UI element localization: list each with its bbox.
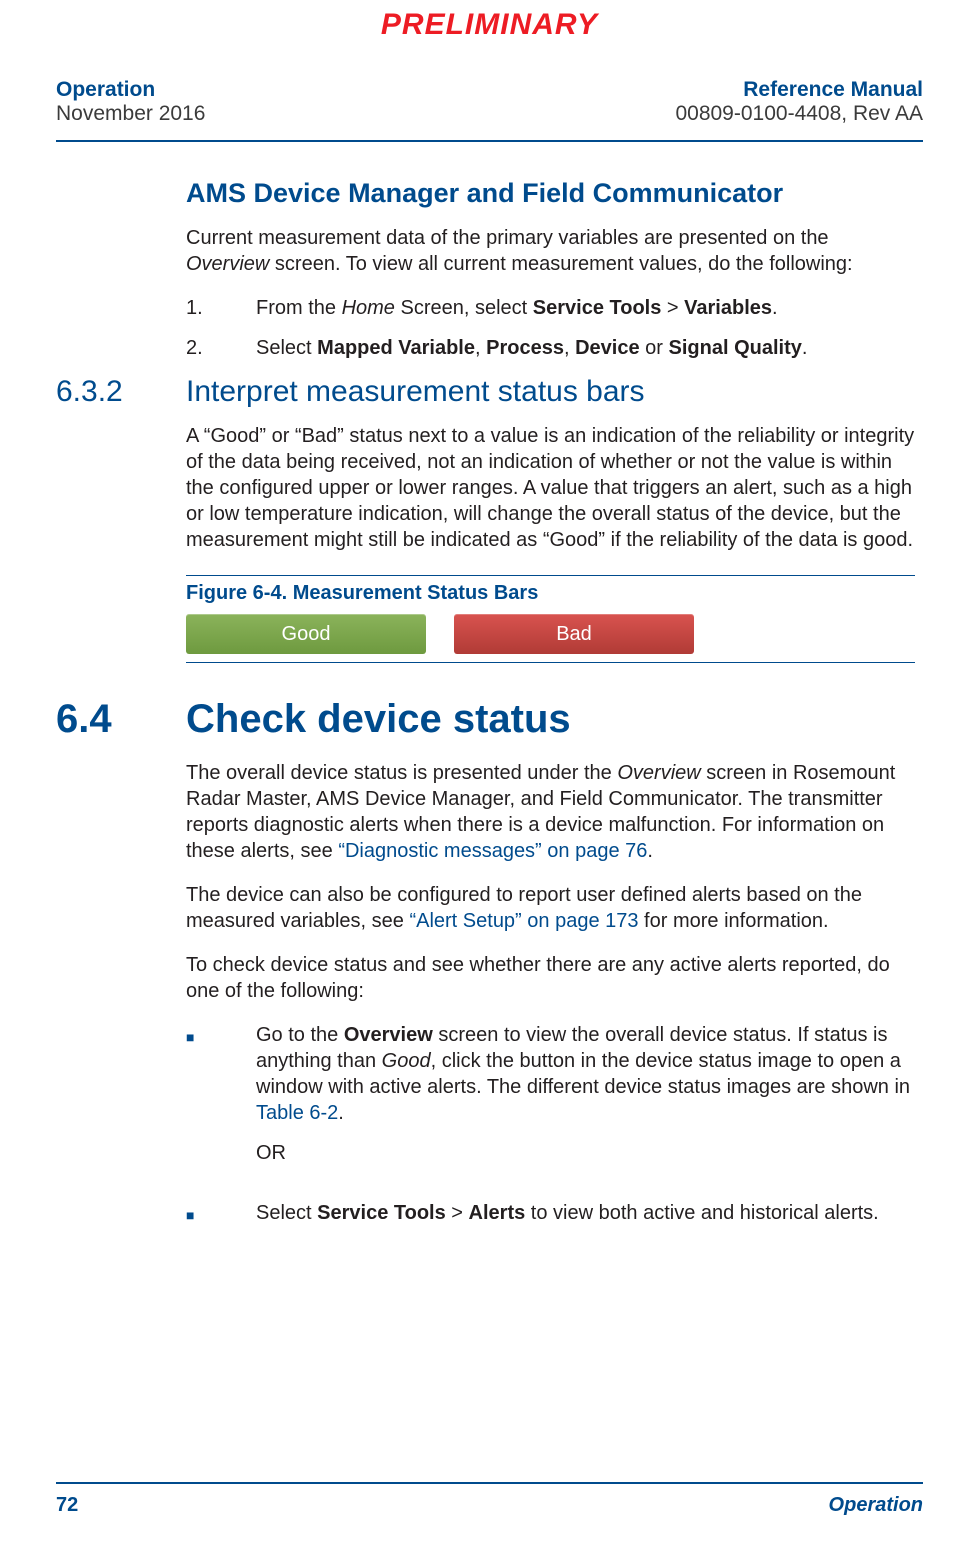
text: . (647, 840, 653, 862)
overview-italic: Overview (617, 762, 700, 784)
step-2: 2. Select Mapped Variable, Process, Devi… (186, 335, 915, 361)
step-number: 1. (186, 295, 256, 321)
overview-bold: Overview (344, 1024, 433, 1046)
process-bold: Process (486, 337, 564, 359)
step-body: From the Home Screen, select Service Too… (256, 295, 915, 321)
section-6-3-2-row: 6.3.2 Interpret measurement status bars (56, 375, 923, 409)
header-right: Reference Manual 00809-0100-4408, Rev AA (675, 78, 923, 126)
link-diagnostic-messages[interactable]: “Diagnostic messages” on page 76 (338, 840, 647, 862)
variables-bold: Variables (684, 297, 772, 319)
mapped-variable-bold: Mapped Variable (317, 337, 475, 359)
section-number-6-4: 6.4 (56, 697, 186, 742)
section-6-4-row: 6.4 Check device status (56, 697, 923, 742)
status-bar-good: Good (186, 614, 426, 654)
preliminary-watermark: PRELIMINARY (0, 8, 979, 42)
header-left-title: Operation (56, 78, 205, 102)
figure-6-4-caption: Figure 6-4. Measurement Status Bars (186, 575, 915, 606)
heading-ams: AMS Device Manager and Field Communicato… (186, 176, 915, 211)
text: The overall device status is presented u… (186, 762, 617, 784)
service-tools-bold: Service Tools (533, 297, 662, 319)
content-body: AMS Device Manager and Field Communicato… (186, 176, 915, 361)
step-body: Select Mapped Variable, Process, Device … (256, 335, 915, 361)
page-number: 72 (56, 1494, 78, 1517)
footer-section: Operation (829, 1494, 923, 1516)
text: Current measurement data of the primary … (186, 227, 829, 249)
link-alert-setup[interactable]: “Alert Setup” on page 173 (409, 910, 638, 932)
header-right-docnum: 00809-0100-4408, Rev AA (675, 102, 923, 126)
bullet-1: ■ Go to the Overview screen to view the … (186, 1022, 915, 1184)
page-footer: 72 Operation (56, 1482, 923, 1517)
p-64b: The device can also be configured to rep… (186, 882, 915, 934)
text: for more information. (639, 910, 829, 932)
text: to view both active and historical alert… (525, 1202, 879, 1224)
link-table-6-2[interactable]: Table 6-2 (256, 1102, 338, 1124)
text: . (772, 297, 778, 319)
good-italic: Good (382, 1050, 431, 1072)
section-title-interpret: Interpret measurement status bars (186, 375, 645, 409)
section-title-check-device-status: Check device status (186, 697, 571, 742)
alerts-bold: Alerts (469, 1202, 526, 1224)
text: . (802, 337, 808, 359)
header-left: Operation November 2016 (56, 78, 205, 126)
service-tools-bold: Service Tools (317, 1202, 446, 1224)
signal-quality-bold: Signal Quality (669, 337, 802, 359)
bullet-body: Select Service Tools > Alerts to view bo… (256, 1200, 915, 1226)
step-number: 2. (186, 335, 256, 361)
p-64a: The overall device status is presented u… (186, 760, 915, 864)
status-bar-bad: Bad (454, 614, 694, 654)
bullet-2: ■ Select Service Tools > Alerts to view … (186, 1200, 915, 1226)
header-left-date: November 2016 (56, 102, 205, 126)
text: screen. To view all current measurement … (269, 253, 852, 275)
text: Screen, select (395, 297, 533, 319)
text: . (338, 1102, 344, 1124)
step-1: 1. From the Home Screen, select Service … (186, 295, 915, 321)
device-bold: Device (575, 337, 640, 359)
home-italic: Home (342, 297, 395, 319)
bullet-body: Go to the Overview screen to view the ov… (256, 1022, 915, 1184)
text: or (640, 337, 669, 359)
header-rule (56, 140, 923, 142)
text: , (564, 337, 575, 359)
text: Select (256, 1202, 317, 1224)
bullet-icon: ■ (186, 1200, 256, 1226)
text: From the (256, 297, 342, 319)
text: Go to the (256, 1024, 344, 1046)
ams-intro: Current measurement data of the primary … (186, 225, 915, 277)
or-text: OR (256, 1140, 915, 1166)
text: , (475, 337, 486, 359)
figure-6-4: Good Bad (186, 614, 915, 663)
text: > (661, 297, 684, 319)
header-right-title: Reference Manual (675, 78, 923, 102)
overview-italic: Overview (186, 253, 269, 275)
section-6-3-2-body: A “Good” or “Bad” status next to a value… (186, 423, 915, 663)
p-632: A “Good” or “Bad” status next to a value… (186, 423, 915, 553)
page: PRELIMINARY Operation November 2016 Refe… (0, 0, 979, 1557)
text: Select (256, 337, 317, 359)
text: > (446, 1202, 469, 1224)
section-number-6-3-2: 6.3.2 (56, 375, 186, 409)
page-header: Operation November 2016 Reference Manual… (56, 78, 923, 126)
section-6-4-body: The overall device status is presented u… (186, 760, 915, 1226)
p-64c: To check device status and see whether t… (186, 952, 915, 1004)
bullet-icon: ■ (186, 1022, 256, 1184)
